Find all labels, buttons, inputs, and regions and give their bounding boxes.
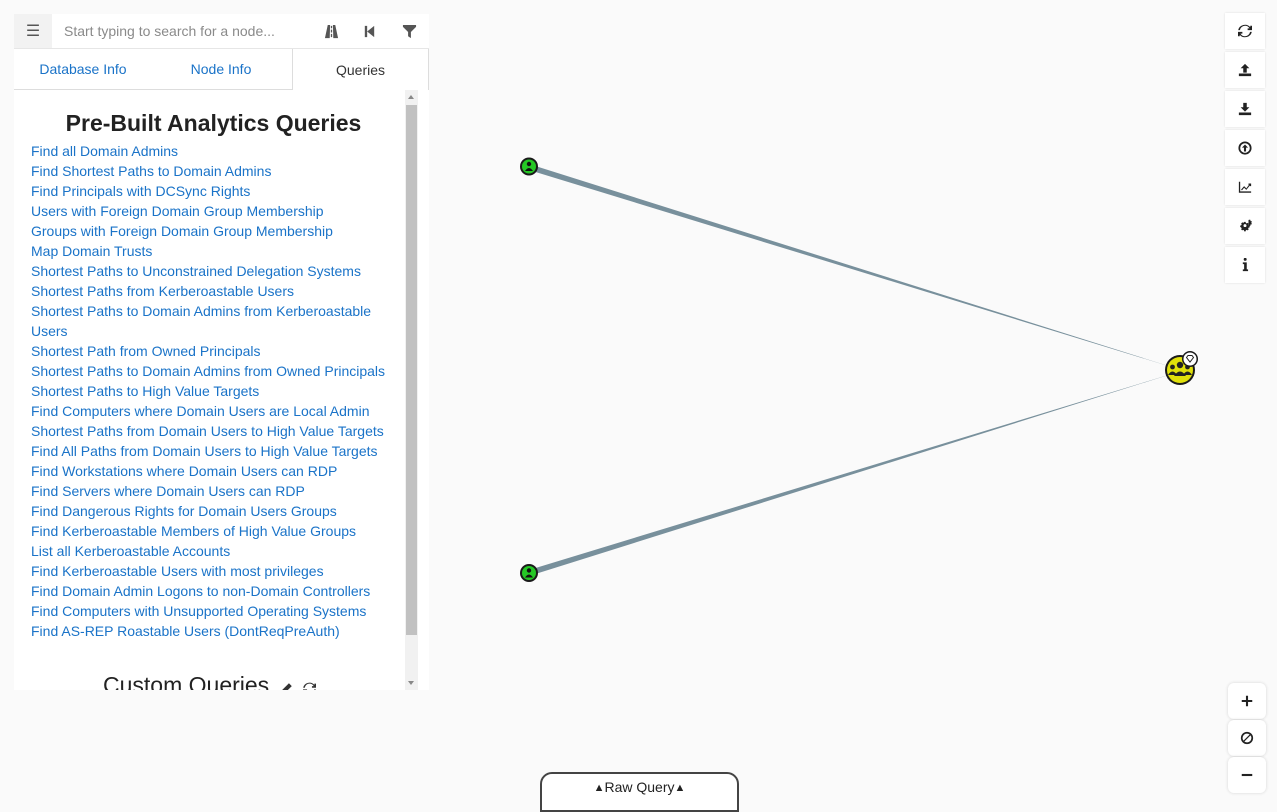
- custom-queries-title: Custom Queries: [103, 672, 270, 690]
- high-value-gem-icon: [1182, 351, 1198, 367]
- filter-icon[interactable]: [390, 14, 428, 48]
- query-item[interactable]: Find Kerberoastable Members of High Valu…: [31, 521, 396, 541]
- queries-panel: Pre-Built Analytics Queries Find all Dom…: [14, 90, 405, 690]
- pencil-icon[interactable]: [280, 674, 293, 690]
- reset-zoom-icon: [1240, 731, 1254, 745]
- query-item[interactable]: Groups with Foreign Domain Group Members…: [31, 221, 396, 241]
- step-backward-icon[interactable]: [350, 14, 388, 48]
- query-item[interactable]: Find Computers where Domain Users are Lo…: [31, 401, 396, 421]
- info-icon: [1242, 258, 1249, 272]
- download-button[interactable]: [1225, 91, 1265, 127]
- query-item[interactable]: Find Computers with Unsupported Operatin…: [31, 601, 396, 621]
- query-item[interactable]: List all Kerberoastable Accounts: [31, 541, 396, 561]
- scroll-up-icon[interactable]: [408, 95, 414, 99]
- graph-edge[interactable]: [529, 372, 1178, 576]
- graph-stats-button[interactable]: [1225, 169, 1265, 205]
- settings-button[interactable]: [1225, 208, 1265, 244]
- query-scrollbar[interactable]: [405, 90, 418, 690]
- raw-query-toggle[interactable]: ▲Raw Query▲: [540, 772, 739, 812]
- query-item[interactable]: Find Kerberoastable Users with most priv…: [31, 561, 396, 581]
- query-item[interactable]: Find Principals with DCSync Rights: [31, 181, 396, 201]
- settings-icon: [1240, 219, 1252, 232]
- graph-edge[interactable]: [529, 164, 1178, 369]
- tab-database-info[interactable]: Database Info: [14, 49, 152, 89]
- custom-queries-header: Custom Queries: [14, 672, 405, 690]
- import-button[interactable]: [1225, 130, 1265, 166]
- zoom-out-icon: [1241, 773, 1253, 777]
- tab-queries[interactable]: Queries: [292, 49, 429, 90]
- query-item[interactable]: Shortest Paths to Domain Admins from Own…: [31, 361, 396, 381]
- download-icon: [1238, 102, 1252, 116]
- road-icon[interactable]: [312, 14, 350, 48]
- group-node[interactable]: [1165, 351, 1198, 385]
- query-list: Find all Domain Admins Find Shortest Pat…: [14, 136, 396, 641]
- left-panel: ☰ Database Info Node Info Queries Pre-Bu…: [14, 14, 429, 690]
- caret-up-icon: ▲: [674, 782, 686, 794]
- reset-zoom-button[interactable]: [1228, 720, 1266, 756]
- query-item[interactable]: Find Domain Admin Logons to non-Domain C…: [31, 581, 396, 601]
- query-item[interactable]: Find Workstations where Domain Users can…: [31, 461, 396, 481]
- zoom-out-button[interactable]: [1228, 757, 1266, 793]
- query-item[interactable]: Find Dangerous Rights for Domain Users G…: [31, 501, 396, 521]
- query-item[interactable]: Shortest Paths to Unconstrained Delegati…: [31, 261, 396, 281]
- refresh-button[interactable]: [1225, 13, 1265, 49]
- zoom-in-button[interactable]: [1228, 683, 1266, 719]
- search-bar: ☰: [14, 14, 429, 49]
- prebuilt-queries-title: Pre-Built Analytics Queries: [65, 110, 362, 136]
- query-item[interactable]: Shortest Paths from Kerberoastable Users: [31, 281, 396, 301]
- refresh-icon: [1238, 24, 1252, 38]
- query-item[interactable]: Find Shortest Paths to Domain Admins: [31, 161, 396, 181]
- query-item[interactable]: Find All Paths from Domain Users to High…: [31, 441, 396, 461]
- scroll-down-icon[interactable]: [408, 681, 414, 685]
- user-node[interactable]: [520, 564, 538, 582]
- query-item[interactable]: Shortest Paths to Domain Admins from Ker…: [31, 301, 396, 341]
- hamburger-icon[interactable]: ☰: [14, 14, 52, 48]
- tab-bar: Database Info Node Info Queries: [14, 49, 429, 90]
- caret-up-icon: ▲: [593, 782, 605, 794]
- query-item[interactable]: Map Domain Trusts: [31, 241, 396, 261]
- scroll-thumb[interactable]: [406, 105, 417, 635]
- user-node[interactable]: [520, 157, 538, 176]
- raw-query-label: Raw Query: [604, 779, 675, 795]
- query-item[interactable]: Find all Domain Admins: [31, 141, 396, 161]
- about-button[interactable]: [1225, 247, 1265, 283]
- query-item[interactable]: Find Servers where Domain Users can RDP: [31, 481, 396, 501]
- import-icon: [1238, 141, 1252, 155]
- query-item[interactable]: Shortest Path from Owned Principals: [31, 341, 396, 361]
- query-item[interactable]: Find AS-REP Roastable Users (DontReqPreA…: [31, 621, 396, 641]
- graph-stats-icon: [1238, 181, 1252, 193]
- query-item[interactable]: Users with Foreign Domain Group Membersh…: [31, 201, 396, 221]
- search-input[interactable]: [54, 18, 309, 44]
- tab-node-info[interactable]: Node Info: [152, 49, 290, 89]
- upload-button[interactable]: [1225, 52, 1265, 88]
- query-item[interactable]: Shortest Paths to High Value Targets: [31, 381, 396, 401]
- query-item[interactable]: Shortest Paths from Domain Users to High…: [31, 421, 396, 441]
- zoom-in-icon: [1241, 695, 1253, 707]
- refresh-icon[interactable]: [302, 674, 316, 690]
- upload-icon: [1238, 63, 1252, 77]
